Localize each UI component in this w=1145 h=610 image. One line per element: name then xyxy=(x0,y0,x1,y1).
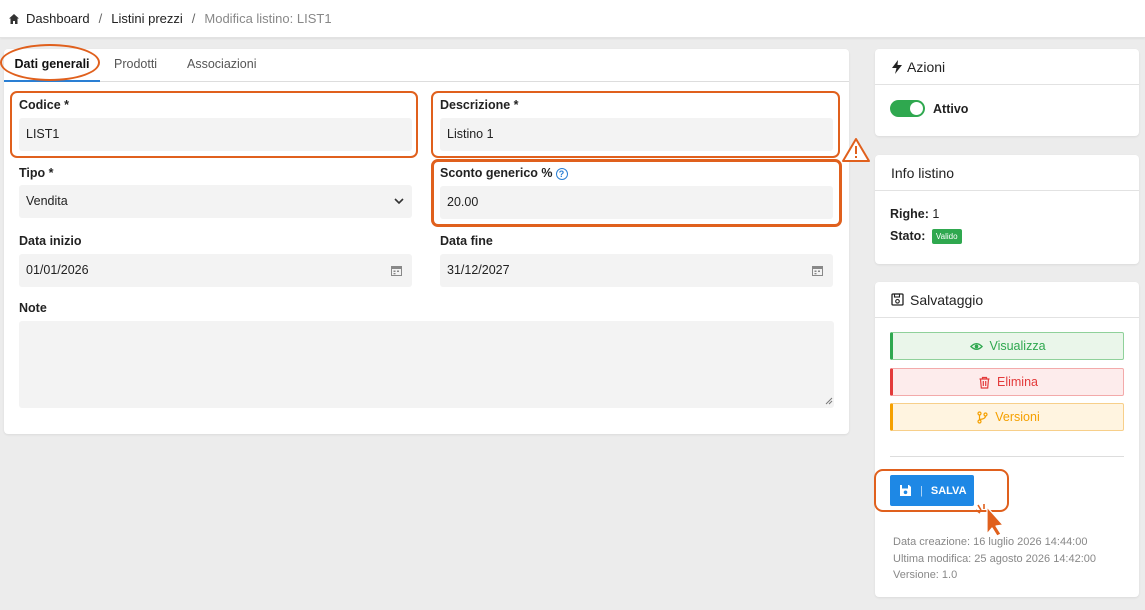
versioni-label: Versioni xyxy=(995,410,1040,424)
floppy-disk-icon xyxy=(891,293,904,306)
divider xyxy=(890,456,1124,457)
data-fine-label: Data fine xyxy=(440,234,493,248)
azioni-header: Azioni xyxy=(875,49,1139,85)
stato-line: Stato: Valido xyxy=(890,229,962,244)
tab-prodotti[interactable]: Prodotti xyxy=(114,49,157,82)
elimina-label: Elimina xyxy=(997,375,1038,389)
note-textarea[interactable] xyxy=(19,321,834,408)
home-icon xyxy=(9,13,19,24)
help-icon[interactable]: ? xyxy=(555,168,568,180)
righe-value: 1 xyxy=(932,207,940,221)
righe-label: Righe: xyxy=(890,207,929,221)
salvataggio-card: Salvataggio Visualizza Elimina Versioni xyxy=(875,282,1139,597)
info-listino-title: Info listino xyxy=(891,164,955,181)
sconto-input[interactable]: 20.00 xyxy=(440,186,833,219)
breadcrumb: Dashboard / Listini prezzi / Modifica li… xyxy=(8,11,332,26)
visualizza-label: Visualizza xyxy=(989,339,1046,353)
status-badge: Valido xyxy=(931,229,962,244)
breadcrumb-bar: Dashboard / Listini prezzi / Modifica li… xyxy=(0,0,1145,38)
eye-icon xyxy=(970,342,984,350)
data-inizio-input[interactable]: 01/01/2026 xyxy=(19,254,412,287)
calendar-icon[interactable] xyxy=(391,265,402,276)
salvataggio-header: Salvataggio xyxy=(875,282,1139,318)
salvataggio-title: Salvataggio xyxy=(910,291,984,308)
codice-input[interactable]: LIST1 xyxy=(19,118,412,151)
lightning-icon xyxy=(892,59,902,74)
info-listino-card: Info listino Righe: 1 Stato: Valido xyxy=(875,155,1139,264)
trash-icon xyxy=(979,376,990,389)
data-creazione-text: Data creazione: 16 luglio 2026 14:44:00 xyxy=(893,536,1088,548)
versioni-button[interactable]: Versioni xyxy=(890,403,1124,431)
breadcrumb-listini[interactable]: Listini prezzi xyxy=(111,11,183,26)
resize-handle-icon[interactable] xyxy=(825,397,833,405)
tab-dati-generali[interactable]: Dati generali xyxy=(4,49,100,82)
elimina-button[interactable]: Elimina xyxy=(890,368,1124,396)
breadcrumb-separator: / xyxy=(191,11,196,26)
codice-label: Codice * xyxy=(19,98,70,112)
info-listino-header: Info listino xyxy=(875,155,1139,191)
floppy-disk-icon xyxy=(900,485,911,496)
data-inizio-label: Data inizio xyxy=(19,234,82,248)
stato-label: Stato: xyxy=(890,229,926,243)
data-fine-input[interactable]: 31/12/2027 xyxy=(440,254,833,287)
visualizza-button[interactable]: Visualizza xyxy=(890,332,1124,360)
breadcrumb-separator: / xyxy=(98,11,103,26)
calendar-icon[interactable] xyxy=(812,265,823,276)
main-form-card: Dati generali Prodotti Associazioni Codi… xyxy=(4,49,849,434)
tipo-select-value: Vendita xyxy=(26,194,68,208)
sconto-label-text: Sconto generico % xyxy=(440,166,553,180)
tab-associazioni[interactable]: Associazioni xyxy=(187,49,256,82)
salva-button[interactable]: | SALVA xyxy=(890,475,974,506)
righe-line: Righe: 1 xyxy=(890,207,939,221)
azioni-title: Azioni xyxy=(907,58,946,75)
salva-separator: | xyxy=(920,484,923,497)
salva-label: SALVA xyxy=(930,484,967,497)
tipo-select[interactable]: Vendita xyxy=(19,185,412,218)
data-inizio-value: 01/01/2026 xyxy=(26,263,89,277)
breadcrumb-dashboard[interactable]: Dashboard xyxy=(26,11,90,26)
data-fine-value: 31/12/2027 xyxy=(447,263,510,277)
git-branch-icon xyxy=(977,410,988,424)
tab-bar: Dati generali Prodotti Associazioni xyxy=(4,49,849,82)
attivo-toggle[interactable] xyxy=(890,100,925,117)
attivo-label: Attivo xyxy=(933,102,969,116)
note-label: Note xyxy=(19,301,47,315)
sconto-label: Sconto generico %? xyxy=(440,166,568,180)
ultima-modifica-text: Ultima modifica: 25 agosto 2026 14:42:00 xyxy=(893,553,1097,565)
chevron-down-icon xyxy=(394,198,404,205)
cursor-pointer-icon xyxy=(975,504,1004,537)
azioni-card: Azioni Attivo xyxy=(875,49,1139,136)
descrizione-label: Descrizione * xyxy=(440,98,519,112)
warning-icon xyxy=(842,138,870,162)
tipo-label: Tipo * xyxy=(19,166,54,180)
descrizione-input[interactable]: Listino 1 xyxy=(440,118,833,151)
versione-text: Versione: 1.0 xyxy=(893,569,958,581)
breadcrumb-current: Modifica listino: LIST1 xyxy=(204,11,332,26)
